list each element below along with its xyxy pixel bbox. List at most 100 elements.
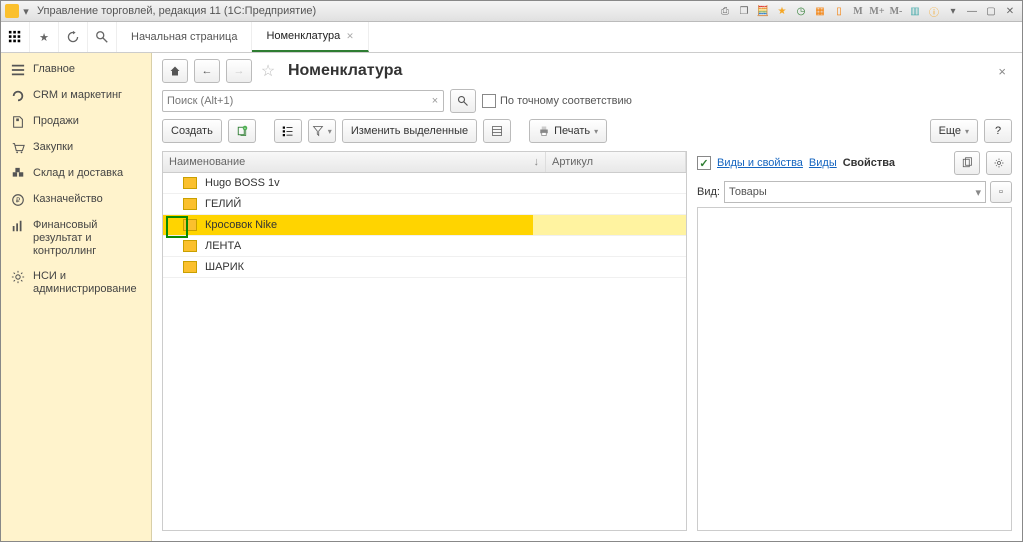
exact-match-label: По точному соответствию	[500, 95, 632, 107]
forward-button[interactable]: →	[226, 59, 252, 83]
tab-close-icon[interactable]: ✕	[346, 31, 354, 42]
sidebar-label: Продажи	[33, 115, 79, 128]
exact-match-checkbox[interactable]: По точному соответствию	[482, 94, 632, 108]
sidebar-label: Главное	[33, 63, 75, 76]
sidebar-item-treasury[interactable]: ₽ Казначейство	[1, 187, 151, 213]
sidebar-item-main[interactable]: Главное	[1, 57, 151, 83]
help-button[interactable]: ?	[984, 119, 1012, 143]
titlebar: ▾ Управление торговлей, редакция 11 (1С:…	[1, 1, 1022, 22]
tb-m-minus-icon[interactable]: M-	[888, 3, 904, 19]
tb-calc-icon[interactable]: 🧮	[755, 3, 771, 19]
print-button[interactable]: Печать▾	[529, 119, 607, 143]
star-icon[interactable]: ★	[30, 22, 59, 52]
settings-panel-button[interactable]	[986, 151, 1012, 175]
row-label: ГЕЛИЙ	[205, 198, 241, 210]
sidebar-label: НСИ и администрирование	[33, 270, 141, 296]
create-button[interactable]: Создать	[162, 119, 222, 143]
toolbar: Создать + ▾ Изменить выделенные Печать▾ …	[152, 119, 1022, 151]
svg-text:+: +	[244, 127, 246, 131]
tb-m-plus-icon[interactable]: M	[850, 3, 866, 19]
search-icon[interactable]	[88, 22, 117, 52]
table-row[interactable]: Кросовок Nike	[163, 215, 686, 236]
copy-panel-button[interactable]	[954, 151, 980, 175]
sidebar-label: CRM и маркетинг	[33, 89, 122, 102]
label-props: Свойства	[843, 157, 895, 169]
window-title: Управление торговлей, редакция 11 (1С:Пр…	[37, 5, 316, 17]
sidebar-label: Казначейство	[33, 193, 103, 206]
right-panel: ✓ Виды и свойства Виды Свойства Вид: Тов…	[697, 151, 1012, 531]
row-label: ШАРИК	[205, 261, 244, 273]
history-icon[interactable]	[59, 22, 88, 52]
folder-icon	[183, 198, 197, 210]
search-input[interactable]	[163, 95, 427, 107]
folder-icon	[183, 219, 197, 231]
properties-panel	[697, 207, 1012, 531]
svg-text:₽: ₽	[16, 197, 21, 205]
tb-bookmark-icon[interactable]: ★	[774, 3, 790, 19]
tab-nomenclature[interactable]: Номенклатура✕	[252, 22, 368, 52]
sort-icon: ↓	[534, 156, 540, 168]
search-box[interactable]: ×	[162, 90, 444, 112]
close-button[interactable]: ✕	[1002, 3, 1018, 19]
folder-icon	[183, 261, 197, 273]
link-types-props[interactable]: Виды и свойства	[717, 157, 803, 169]
list-mode-button[interactable]	[483, 119, 511, 143]
col-name[interactable]: Наименование↓	[163, 152, 546, 172]
types-props-checkbox[interactable]: ✓	[697, 156, 711, 170]
search-button[interactable]	[450, 89, 476, 113]
tb-grid-icon[interactable]: ▦	[812, 3, 828, 19]
col-article[interactable]: Артикул	[546, 152, 686, 172]
table-row[interactable]: ШАРИК	[163, 257, 686, 278]
content: ← → ☆ Номенклатура × × По точному соотве…	[152, 53, 1022, 541]
sidebar-item-purchase[interactable]: Закупки	[1, 135, 151, 161]
app-icon	[5, 4, 19, 18]
tb-m-plus2-icon[interactable]: M+	[869, 3, 885, 19]
folder-icon	[183, 240, 197, 252]
app-window: ▾ Управление торговлей, редакция 11 (1С:…	[0, 0, 1023, 542]
tb-time-icon[interactable]: ◷	[793, 3, 809, 19]
maximize-button[interactable]: ▢	[983, 3, 999, 19]
vid-open-button[interactable]: ▫	[990, 181, 1012, 203]
home-button[interactable]	[162, 59, 188, 83]
sidebar-item-crm[interactable]: CRM и маркетинг	[1, 83, 151, 109]
vid-select[interactable]: Товары▾	[724, 181, 986, 203]
more-button[interactable]: Еще▾	[930, 119, 978, 143]
tb-doc-icon[interactable]: ▯	[831, 3, 847, 19]
app-menu-dropdown[interactable]: ▾	[21, 6, 31, 16]
table-row[interactable]: ГЕЛИЙ	[163, 194, 686, 215]
filter-button[interactable]: ▾	[308, 119, 336, 143]
back-button[interactable]: ←	[194, 59, 220, 83]
apps-icon[interactable]	[1, 22, 30, 52]
tb-dropdown-icon[interactable]: ▾	[945, 3, 961, 19]
sidebar-item-warehouse[interactable]: Склад и доставка	[1, 161, 151, 187]
page-close-button[interactable]: ×	[992, 64, 1012, 79]
tb-print-icon[interactable]: ⎙	[717, 3, 733, 19]
vid-label: Вид:	[697, 186, 720, 198]
tab-start[interactable]: Начальная страница	[117, 22, 252, 52]
tb-copy-icon[interactable]: ❐	[736, 3, 752, 19]
tabbar: ★ Начальная страница Номенклатура✕	[1, 22, 1022, 53]
row-label: ЛЕНТА	[205, 240, 241, 252]
sidebar-item-sales[interactable]: Продажи	[1, 109, 151, 135]
minimize-button[interactable]: —	[964, 3, 980, 19]
sidebar-item-finance[interactable]: Финансовый результат и контроллинг	[1, 213, 151, 264]
create-copy-button[interactable]: +	[228, 119, 256, 143]
list-panel: Наименование↓ Артикул Hugo BOSS 1v ГЕЛИЙ К…	[162, 151, 687, 531]
search-clear-icon[interactable]: ×	[427, 95, 443, 107]
sidebar: Главное CRM и маркетинг Продажи Закупки …	[1, 53, 152, 541]
row-label: Hugo BOSS 1v	[205, 177, 280, 189]
page-header: ← → ☆ Номенклатура ×	[152, 53, 1022, 89]
tab-start-label: Начальная страница	[131, 31, 237, 43]
list-header: Наименование↓ Артикул	[163, 152, 686, 173]
change-selected-button[interactable]: Изменить выделенные	[342, 119, 477, 143]
table-row[interactable]: Hugo BOSS 1v	[163, 173, 686, 194]
table-row[interactable]: ЛЕНТА	[163, 236, 686, 257]
tb-info-icon[interactable]: ⓘ	[926, 3, 942, 19]
sidebar-item-admin[interactable]: НСИ и администрирование	[1, 264, 151, 302]
favorite-star-icon[interactable]: ☆	[258, 61, 278, 81]
group-button[interactable]	[274, 119, 302, 143]
search-row: × По точному соответствию	[152, 89, 1022, 119]
sidebar-label: Склад и доставка	[33, 167, 123, 180]
link-types[interactable]: Виды	[809, 157, 837, 169]
tb-panel-icon[interactable]: ▥	[907, 3, 923, 19]
